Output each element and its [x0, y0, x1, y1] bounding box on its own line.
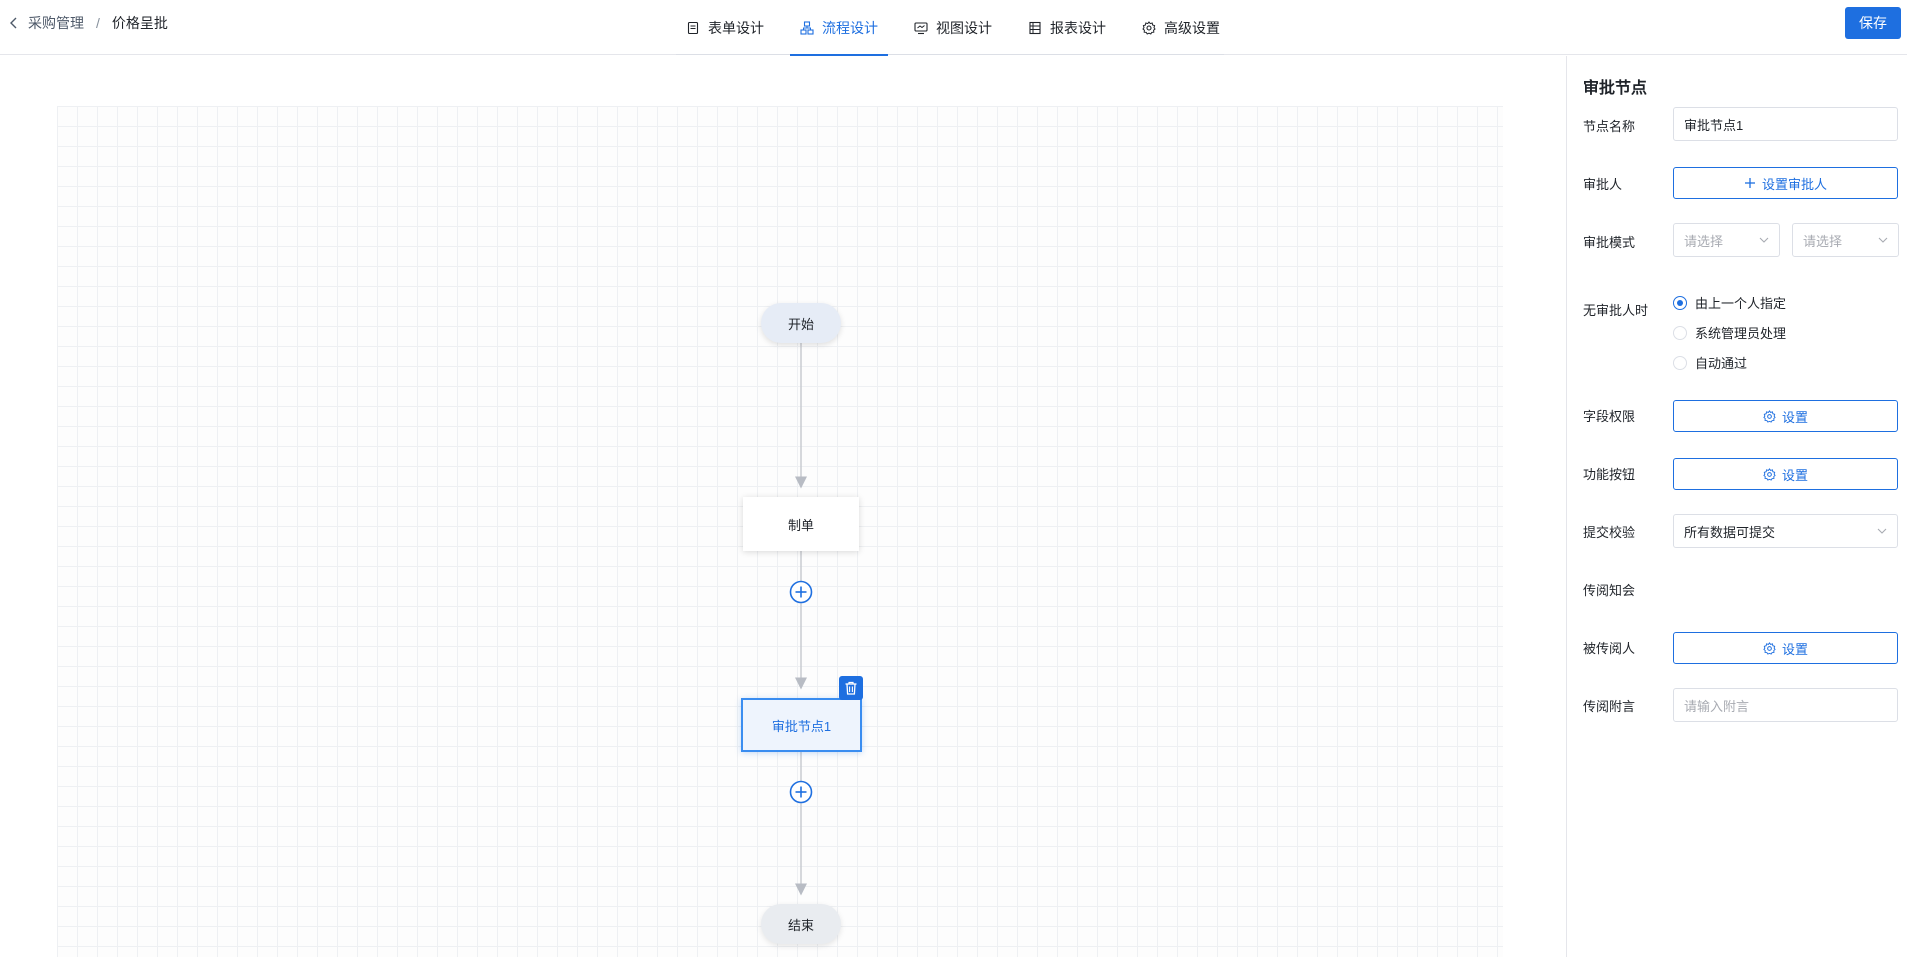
flow-node-zhidan[interactable]: 制单	[743, 497, 859, 551]
approval-mode-label: 审批模式	[1583, 235, 1636, 250]
gear-icon	[1763, 409, 1776, 423]
cc-person-label: 被传阅人	[1583, 641, 1636, 656]
submit-check-select[interactable]: 所有数据可提交	[1673, 514, 1898, 548]
radio-option-prev-person[interactable]: 由上一个人指定	[1673, 293, 1786, 312]
set-approver-button[interactable]: 设置审批人	[1673, 167, 1898, 199]
add-node-icon[interactable]	[789, 780, 813, 804]
field-permission-label: 字段权限	[1583, 409, 1636, 424]
node-name-input[interactable]: 审批节点1	[1673, 107, 1898, 141]
chevron-down-icon	[1878, 237, 1888, 243]
plus-icon	[1744, 178, 1755, 188]
approver-label: 审批人	[1583, 177, 1623, 192]
node-name-label: 节点名称	[1583, 119, 1636, 134]
set-approver-label: 设置审批人	[1761, 176, 1827, 192]
cc-person-button[interactable]: 设置	[1673, 632, 1898, 664]
approval-mode-select-1[interactable]: 请选择	[1673, 223, 1780, 257]
trash-icon	[845, 681, 857, 695]
flow-node-end[interactable]: 结束	[761, 904, 841, 944]
save-button[interactable]: 保存	[1845, 7, 1901, 39]
field-permission-button[interactable]: 设置	[1673, 400, 1898, 432]
cc-section-label: 传阅知会	[1583, 583, 1636, 598]
radio-label: 由上一个人指定	[1695, 296, 1787, 311]
button-label: 设置	[1781, 641, 1808, 657]
radio-label: 系统管理员处理	[1695, 326, 1787, 341]
gear-icon	[1763, 467, 1776, 481]
flow-connectors	[795, 343, 807, 896]
function-button-setting[interactable]: 设置	[1673, 458, 1898, 490]
flow-node-approve[interactable]: 审批节点1	[741, 698, 862, 752]
select-placeholder: 请选择	[1803, 233, 1843, 249]
radio-button[interactable]	[1673, 295, 1687, 310]
add-node-icon[interactable]	[789, 580, 813, 604]
radio-button[interactable]	[1673, 325, 1687, 340]
gear-icon	[1763, 641, 1776, 655]
chevron-down-icon	[1877, 528, 1887, 534]
submit-check-label: 提交校验	[1583, 525, 1636, 540]
chevron-down-icon	[1759, 237, 1769, 243]
radio-option-admin[interactable]: 系统管理员处理	[1673, 323, 1786, 342]
select-placeholder: 请选择	[1684, 233, 1724, 249]
panel-title: 审批节点	[1583, 80, 1648, 97]
button-label: 设置	[1781, 467, 1808, 483]
approval-mode-select-2[interactable]: 请选择	[1792, 223, 1899, 257]
node-properties-panel: 审批节点 节点名称 审批节点1 审批人 设置审批人 审批模式 请选择 请选择 无…	[1567, 56, 1907, 957]
delete-node-button[interactable]	[839, 676, 863, 700]
cc-note-input[interactable]: 请输入附言	[1673, 688, 1898, 722]
radio-button[interactable]	[1673, 355, 1687, 370]
radio-option-auto-pass[interactable]: 自动通过	[1673, 353, 1747, 372]
flow-node-start[interactable]: 开始	[761, 303, 841, 343]
cc-note-label: 传阅附言	[1583, 699, 1636, 714]
radio-label: 自动通过	[1695, 356, 1748, 371]
select-value: 所有数据可提交	[1684, 524, 1776, 540]
function-button-label: 功能按钮	[1583, 467, 1636, 482]
no-approver-label: 无审批人时	[1583, 303, 1649, 318]
button-label: 设置	[1781, 409, 1808, 425]
